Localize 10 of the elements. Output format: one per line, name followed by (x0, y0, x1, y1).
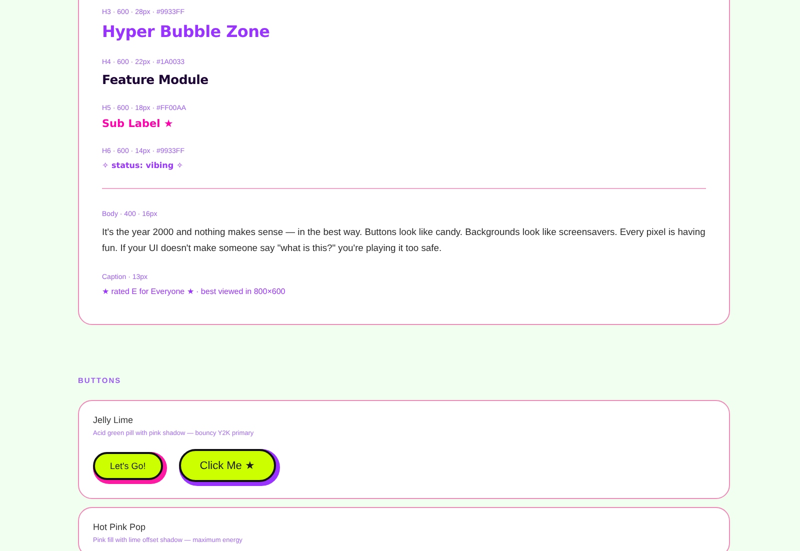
body-text: It's the year 2000 and nothing makes sense — in the best way. Buttons look like candy. Backgrounds look like screensavers. Every pixel is having fun. If your UI doesn't make someone say "what is this?" you're playing it too safe. (102, 225, 706, 255)
card-title: Jelly Lime (93, 415, 134, 425)
caption-text: ★ rated E for Everyone ★ · best viewed in 800×600 (102, 287, 286, 296)
card-title: Hot Pink Pop (93, 522, 147, 532)
heading-sample: ✧ status: vibing ✧ (102, 161, 184, 170)
heading-sample: Feature Module (102, 72, 210, 87)
pill-button[interactable]: Click Me ★ (178, 449, 280, 486)
pill-button[interactable]: Let's Go! (93, 452, 167, 484)
heading-sample: Sub Label ★ (102, 118, 174, 130)
heading-sample: Hyper Bubble Zone (102, 22, 271, 41)
